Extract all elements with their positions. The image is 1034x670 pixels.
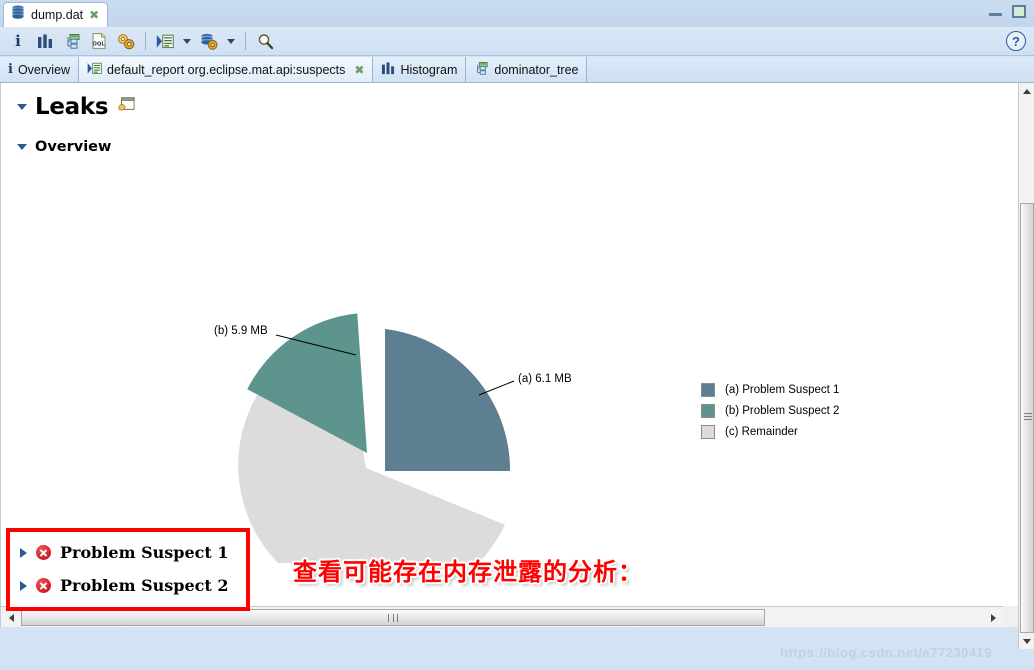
scroll-up-button[interactable] [1019,83,1034,99]
legend-label: (b) Problem Suspect 2 [725,404,840,417]
scroll-grip-icon [1024,413,1032,423]
legend-item: (b) Problem Suspect 2 [701,400,839,421]
legend-swatch-suspect-1 [701,382,715,397]
histogram-icon [381,61,395,78]
eclipse-mat-window: dump.dat ✖ i OQL ? i Overview default_re… [0,0,1034,670]
pie-chart-svg [238,313,515,623]
main-toolbar: i OQL ? [0,27,1034,56]
toolbar-separator-1 [145,32,146,50]
heap-dump-icon [11,5,25,25]
suspect-label: Problem Suspect 1 [60,543,229,562]
pie-label-suspect-2: (b) 5.9 MB [214,325,268,337]
page-title: Leaks [35,94,109,120]
query-browser-dropdown-arrow[interactable] [224,30,238,52]
run-report-icon[interactable] [153,30,177,53]
legend-item: (c) Remainder [701,421,839,442]
annotation-text: 查看可能存在内存泄露的分析： [293,558,643,587]
dominator-tree-icon[interactable] [60,30,84,53]
query-browser-icon[interactable] [197,30,221,53]
tab-overview[interactable]: i Overview [0,57,80,82]
tab-default-report-suspects[interactable]: default_report org.eclipse.mat.api:suspe… [79,57,374,82]
problem-suspects-highlight-box: Problem Suspect 1 Problem Suspect 2 [6,528,250,611]
oql-icon[interactable]: OQL [87,30,111,53]
list-item-problem-suspect-1[interactable]: Problem Suspect 1 [10,536,246,569]
watermark: https://blog.csdn.net/a77230419 [780,645,993,660]
info-icon: i [8,62,13,77]
expand-triangle-icon[interactable] [20,580,27,591]
histogram-icon[interactable] [33,30,57,53]
tab-label: Overview [17,62,71,77]
list-item-problem-suspect-2[interactable]: Problem Suspect 2 [10,569,246,602]
close-icon[interactable]: ✖ [89,9,99,21]
help-icon[interactable]: ? [1006,31,1026,51]
pie-chart-legend: (a) Problem Suspect 1 (b) Problem Suspec… [701,379,839,442]
svg-text:OQL: OQL [92,41,105,47]
editor-tab-label: dump.dat [31,8,84,22]
dominator-tree-icon [474,61,489,78]
vertical-scrollbar[interactable] [1018,83,1034,649]
vertical-scroll-thumb[interactable] [1020,203,1034,633]
pie-label-suspect-1: (a) 6.1 MB [518,373,572,385]
report-tab-bar: i Overview default_report org.eclipse.ma… [0,57,1034,83]
window-controls [989,5,1026,18]
run-report-dropdown-arrow[interactable] [180,30,194,52]
error-icon [36,545,51,560]
leaks-section-header: Leaks [1,94,1018,120]
expand-triangle-icon[interactable] [20,547,27,558]
error-icon [36,578,51,593]
legend-label: (c) Remainder [725,425,798,438]
scroll-left-button[interactable] [3,609,19,626]
tab-label: dominator_tree [494,62,579,77]
toolbar-separator-2 [245,32,246,50]
calculate-gears-icon[interactable] [114,30,138,53]
tab-label: default_report org.eclipse.mat.api:suspe… [107,62,346,77]
horizontal-scroll-thumb[interactable] [21,609,765,626]
editor-tab-strip: dump.dat ✖ [0,0,1034,27]
scroll-down-button[interactable] [1019,633,1034,649]
legend-swatch-suspect-2 [701,403,715,418]
report-icon [87,62,102,78]
suspect-label: Problem Suspect 2 [60,576,229,595]
close-icon[interactable]: ✖ [354,64,364,76]
info-icon[interactable]: i [6,30,30,53]
scroll-right-button[interactable] [985,609,1001,626]
tab-dominator-tree[interactable]: dominator_tree [466,57,588,82]
tab-label: Histogram [400,62,458,77]
scrollbar-corner [1003,606,1018,627]
report-window-icon[interactable] [118,97,135,117]
legend-swatch-remainder [701,424,715,439]
leader-line-a [478,380,515,396]
legend-label: (a) Problem Suspect 1 [725,383,840,396]
scroll-grip-icon [388,613,398,622]
maximize-button[interactable] [1012,5,1026,18]
search-icon[interactable] [253,30,277,53]
legend-item: (a) Problem Suspect 1 [701,379,839,400]
tab-histogram[interactable]: Histogram [373,57,467,82]
minimize-button[interactable] [989,7,1002,16]
pie-slice-suspect-1 [385,329,511,471]
editor-tab-dump-dat[interactable]: dump.dat ✖ [3,2,109,27]
collapse-twisty-leaks[interactable] [17,104,27,110]
